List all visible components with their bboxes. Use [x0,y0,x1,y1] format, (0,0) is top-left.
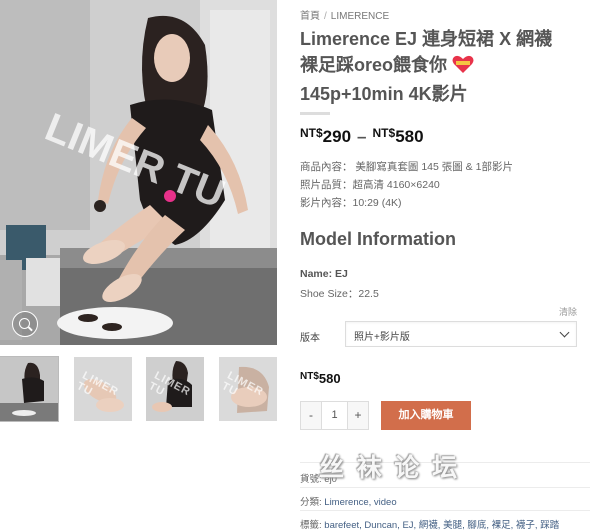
model-name-value: EJ [335,268,348,280]
model-name-label: Name: [300,268,336,280]
price-range: NT$290– NT$580 [300,126,424,147]
quantity-plus-button[interactable]: + [348,402,368,429]
tags-label: 標籤: [300,520,322,531]
meta-divider [300,510,590,511]
category-label: 分類: [300,497,322,508]
price-dash: – [357,127,367,146]
variation-label: 版本 [300,333,320,344]
quantity-stepper: - 1 + [300,401,369,430]
price-max: 580 [395,127,424,146]
thumbnail-strip: LIMER TU LIMER TU LIMER TU [0,356,277,423]
model-info-heading: Model Information [300,229,456,249]
zoom-icon[interactable] [12,311,38,337]
breadcrumb: 首頁 / LIMERENCE [300,7,389,22]
title-line-2: 裸足踩oreo餵食你 [300,55,448,75]
currency-symbol: NT$ [300,371,319,382]
meta-divider [300,487,590,488]
product-title: Limerence EJ 連身短裙 X 網襪 裸足踩oreo餵食你 145p+1… [300,26,590,107]
selected-variation-price: NT$580 [300,371,341,386]
shoe-size-label: Shoe Size： [300,288,359,300]
selected-price-value: 580 [318,371,341,386]
add-to-cart-button[interactable]: 加入購物車 [381,401,471,430]
variation-select[interactable]: 照片+影片版 [345,321,577,347]
shoe-size-value: 22.5 [358,288,379,300]
product-short-description: 商品內容： 美腳寫真套圖 145 張圖 & 1部影片 照片品質：超高清 4160… [300,158,513,212]
title-divider [300,112,330,115]
variation-selected-value: 照片+影片版 [354,332,410,343]
breadcrumb-home[interactable]: 首頁 [300,11,320,22]
thumbnail-4[interactable]: LIMER TU [219,357,277,421]
shoe-size-row: Shoe Size：22.5 [300,284,379,304]
heart-emoji-icon [452,54,474,81]
quantity-input[interactable]: 1 [321,402,348,429]
clear-selection-link[interactable]: 清除 [559,305,577,318]
category-links[interactable]: Limerence, video [324,497,396,508]
desc-line: 照片品質：超高清 4160×6240 [300,179,440,191]
thumbnail-1[interactable] [0,356,59,422]
main-product-image[interactable]: LIMER TU [0,0,277,345]
photo-illustration: LIMER TU [0,0,277,345]
breadcrumb-category[interactable]: LIMERENCE [331,11,389,22]
category-row: 分類: Limerence, video [300,494,397,508]
desc-line: 影片內容：10:29 (4K) [300,197,402,209]
tag-links[interactable]: barefeet, Duncan, EJ, 網襪, 美腿, 腳底, 裸足, 襪子… [324,520,559,531]
currency-symbol: NT$ [372,126,396,140]
thumbnail-2[interactable]: LIMER TU [74,357,132,421]
model-info: Name: EJ Shoe Size：22.5 [300,264,379,304]
currency-symbol: NT$ [300,126,323,140]
chevron-down-icon [559,327,570,338]
model-name-row: Name: EJ [300,264,379,284]
title-line-3: 145p+10min 4K影片 [300,84,468,104]
desc-line: 商品內容： 美腳寫真套圖 145 張圖 & 1部影片 [300,161,513,173]
quantity-minus-button[interactable]: - [301,402,321,429]
tags-row: 標籤: barefeet, Duncan, EJ, 網襪, 美腿, 腳底, 裸足… [300,517,559,531]
title-line-1: Limerence EJ 連身短裙 X 網襪 [300,29,553,49]
price-min: 290 [322,127,352,146]
breadcrumb-separator: / [324,11,327,22]
site-watermark: 丝 袜 论 坛 [319,453,460,482]
thumbnail-3[interactable]: LIMER TU [146,357,204,421]
